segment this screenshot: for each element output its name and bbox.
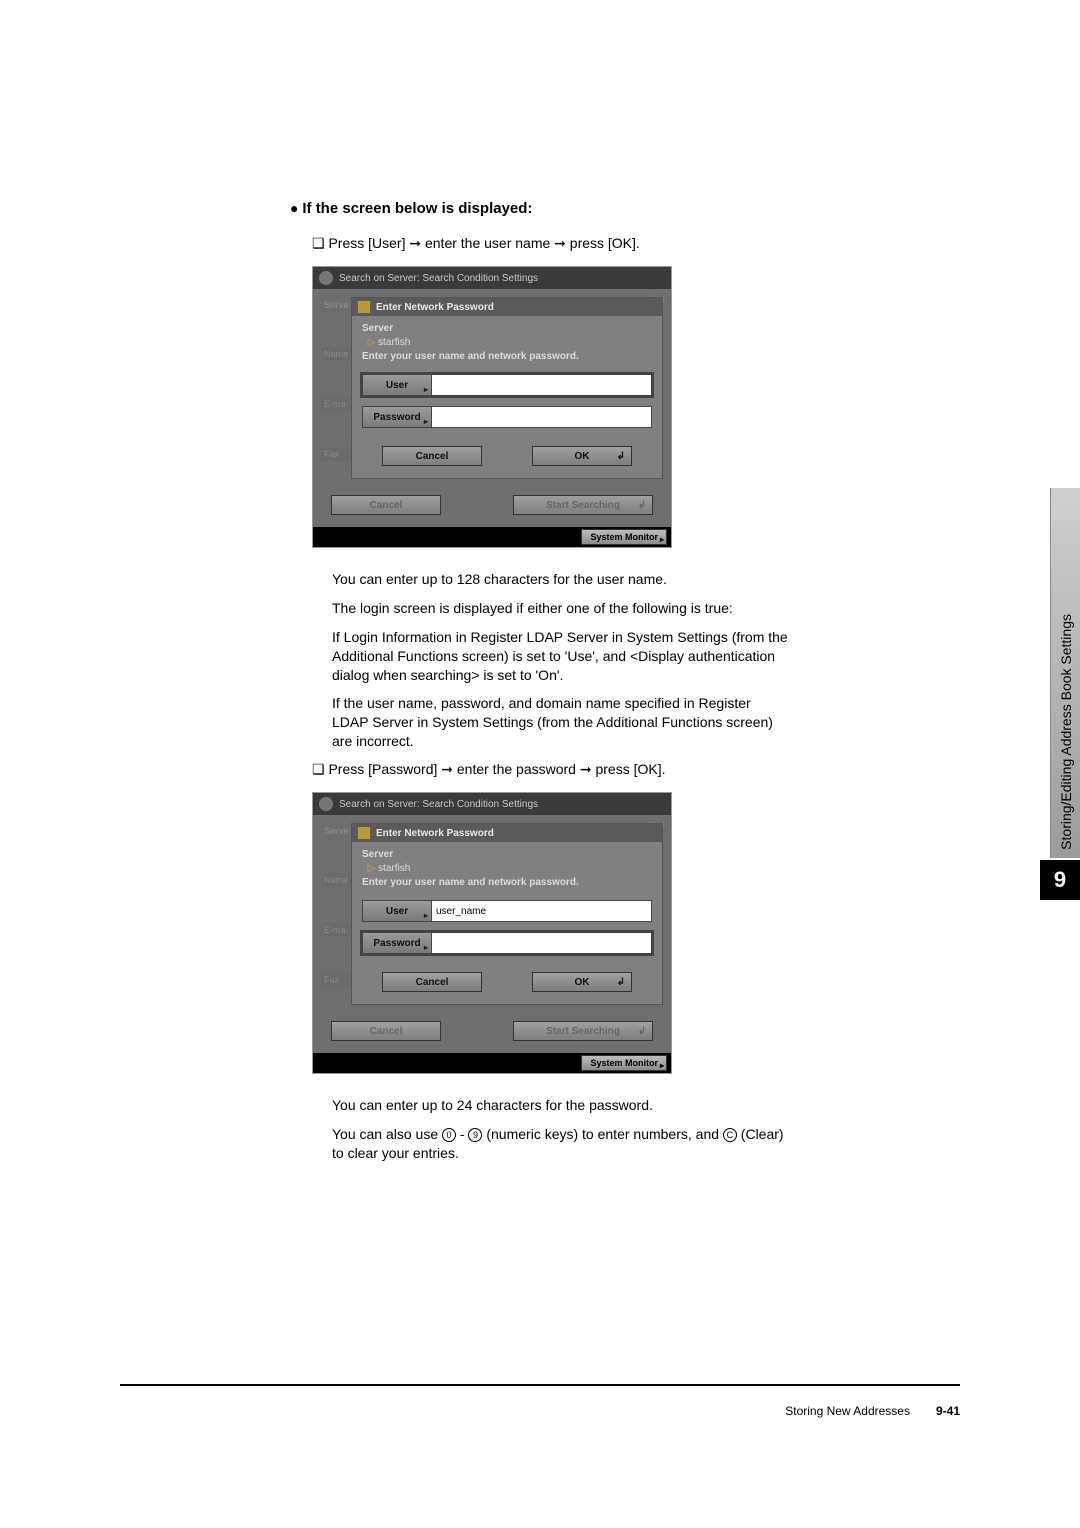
user-field-row: User (362, 374, 652, 396)
outer-cancel-button-2[interactable]: Cancel (331, 1021, 441, 1041)
key-icon (358, 827, 370, 839)
step-password: Press [Password] ➞ enter the password ➞ … (312, 761, 790, 778)
user-button[interactable]: User (362, 374, 432, 396)
side-label-email: E-ma (321, 397, 351, 411)
chapter-number: 9 (1040, 860, 1080, 900)
dialog-screenshot-1: Search on Server: Search Condition Setti… (312, 266, 672, 548)
side-label-name-2: Name (321, 873, 351, 887)
page-footer: Storing New Addresses 9-41 (120, 1384, 960, 1418)
user-input[interactable] (431, 374, 652, 396)
password-button-2[interactable]: Password (362, 932, 432, 954)
status-bar: System Monitor (313, 527, 671, 547)
footer-page: 9-41 (936, 1404, 960, 1418)
server-info-2: Server ▷ starfish Enter your user name a… (362, 848, 652, 890)
para-login: The login screen is displayed if either … (332, 599, 790, 618)
back-icon (319, 271, 333, 285)
key-clear-icon: C (723, 1128, 737, 1142)
dialog-titlebar-2: Search on Server: Search Condition Setti… (313, 793, 671, 815)
para-24: You can enter up to 24 characters for th… (332, 1096, 790, 1115)
ok-button[interactable]: OK (532, 446, 632, 466)
start-searching-button-2[interactable]: Start Searching (513, 1021, 653, 1041)
server-info: Server ▷ starfish Enter your user name a… (362, 322, 652, 364)
side-label-fax: Fax (321, 447, 351, 461)
serve-cut-label: Serve (324, 300, 349, 310)
ok-button-2[interactable]: OK (532, 972, 632, 992)
password-input[interactable] (431, 406, 652, 428)
password-field-row-2: Password (362, 932, 652, 954)
dialog-screenshot-2: Search on Server: Search Condition Setti… (312, 792, 672, 1074)
para-use: If Login Information in Register LDAP Se… (332, 628, 790, 685)
key-0-icon: 0 (442, 1128, 456, 1142)
side-label-fax-2: Fax (321, 973, 351, 987)
back-icon (319, 797, 333, 811)
start-searching-button[interactable]: Start Searching (513, 495, 653, 515)
inner-dialog-title: Serve Enter Network Password (352, 298, 662, 316)
dialog-title: Search on Server: Search Condition Setti… (339, 273, 538, 284)
system-monitor-button[interactable]: System Monitor (581, 529, 667, 545)
side-label-email-2: E-ma (321, 923, 351, 937)
section-heading: If the screen below is displayed: (290, 200, 790, 217)
system-monitor-button-2[interactable]: System Monitor (581, 1055, 667, 1071)
status-bar-2: System Monitor (313, 1053, 671, 1073)
user-field-row-2: User user_name (362, 900, 652, 922)
password-button[interactable]: Password (362, 406, 432, 428)
key-icon (358, 301, 370, 313)
outer-cancel-button[interactable]: Cancel (331, 495, 441, 515)
user-button-2[interactable]: User (362, 900, 432, 922)
key-9-icon: 9 (468, 1128, 482, 1142)
password-input-2[interactable] (431, 932, 652, 954)
password-field-row: Password (362, 406, 652, 428)
user-input-2[interactable]: user_name (431, 900, 652, 922)
footer-section: Storing New Addresses (785, 1404, 910, 1418)
dialog-title-2: Search on Server: Search Condition Setti… (339, 799, 538, 810)
dialog-titlebar: Search on Server: Search Condition Setti… (313, 267, 671, 289)
cancel-button[interactable]: Cancel (382, 446, 482, 466)
step-user: Press [User] ➞ enter the user name ➞ pre… (312, 235, 790, 252)
inner-dialog-title-2: Serve Enter Network Password (352, 824, 662, 842)
serve-cut-label-2: Serve (324, 826, 349, 836)
para-numeric: You can also use 0 - 9 (numeric keys) to… (332, 1125, 790, 1163)
side-label-name: Name (321, 347, 351, 361)
side-tab: Storing/Editing Address Book Settings (1050, 488, 1080, 858)
side-tab-label: Storing/Editing Address Book Settings (1058, 614, 1074, 850)
cancel-button-2[interactable]: Cancel (382, 972, 482, 992)
para-128: You can enter up to 128 characters for t… (332, 570, 790, 589)
para-incorrect: If the user name, password, and domain n… (332, 694, 790, 751)
